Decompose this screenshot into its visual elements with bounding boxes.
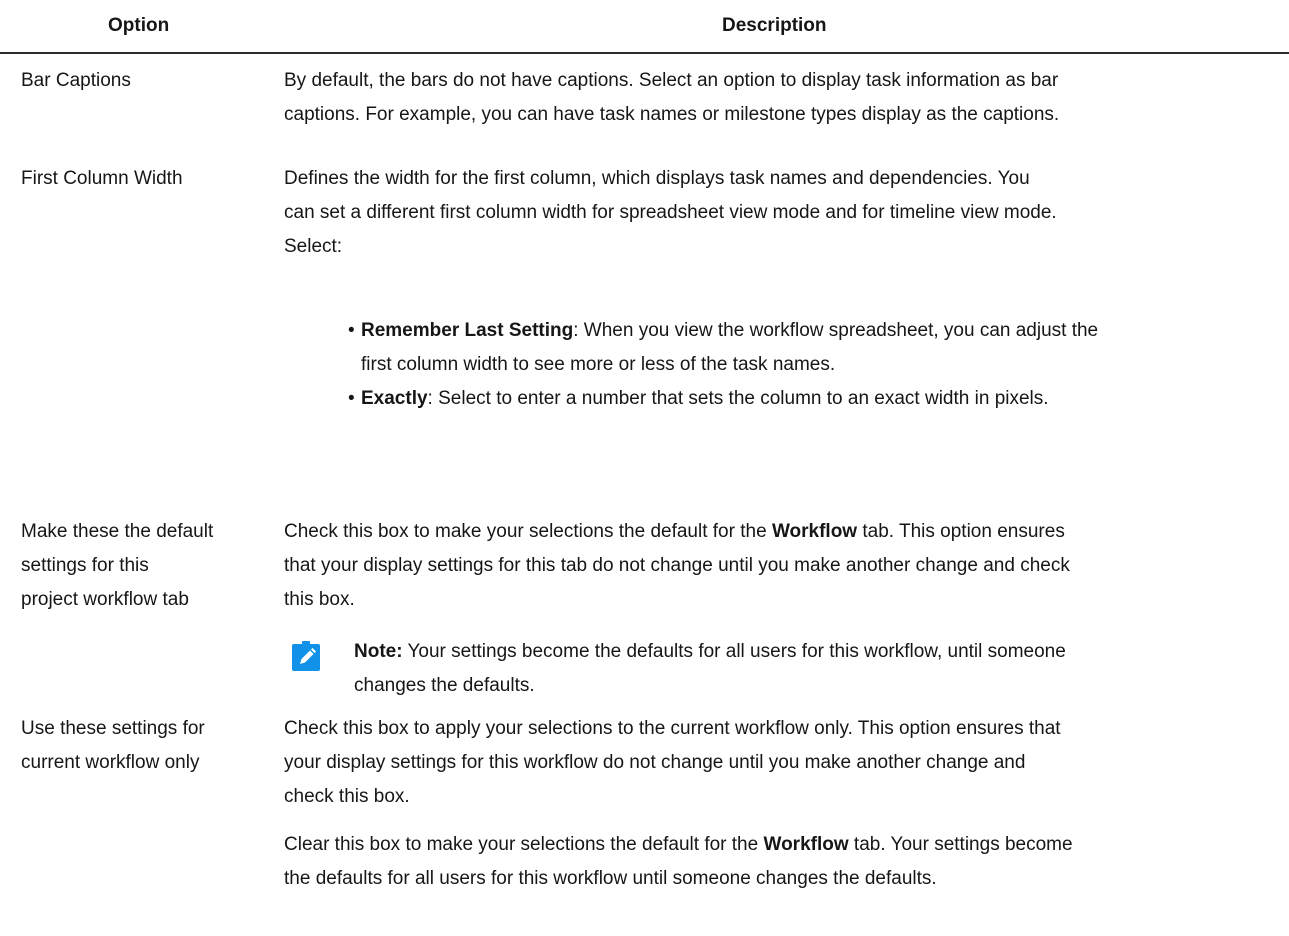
- option-description: Check this box to apply your selections …: [284, 712, 1284, 896]
- option-description: Defines the width for the first column, …: [284, 162, 1284, 264]
- description-line: can set a different first column width f…: [284, 202, 1057, 223]
- bullet-text: : When you view the workflow spreadsheet…: [573, 320, 1099, 341]
- description-line: captions. For example, you can have task…: [284, 104, 1060, 125]
- list-item: • Exactly: Select to enter a number that…: [348, 382, 1284, 416]
- option-name: First Column Width: [21, 168, 183, 189]
- option-description: Check this box to make your selections t…: [284, 515, 1284, 617]
- text-run: tab. Your settings become: [848, 834, 1073, 855]
- option-name-line: Make these the default: [21, 521, 214, 542]
- option-name: Make these the default settings for this…: [21, 515, 266, 617]
- bullet-text: : Select to enter a number that sets the…: [427, 388, 1049, 409]
- bullet-term: Remember Last Setting: [361, 320, 574, 341]
- option-name-line: settings for this: [21, 555, 149, 576]
- description-line: Select:: [284, 236, 343, 257]
- bullet-term: Exactly: [361, 388, 428, 409]
- description-line: your display settings for this workflow …: [284, 752, 1026, 773]
- note-line: changes the defaults.: [354, 675, 535, 696]
- bullet-list: • Remember Last Setting: When you view t…: [348, 314, 1284, 416]
- workflow-tab-name: Workflow: [771, 521, 858, 542]
- option-name: Use these settings for current workflow …: [21, 712, 266, 780]
- option-name-line: Use these settings for: [21, 718, 205, 739]
- option-name: Bar Captions: [21, 70, 131, 91]
- description-line: Check this box to make your selections t…: [284, 515, 1284, 549]
- bullet-icon: •: [348, 388, 355, 409]
- option-name-line: current workflow only: [21, 752, 200, 773]
- list-item: • Remember Last Setting: When you view t…: [348, 314, 1284, 382]
- description-line: By default, the bars do not have caption…: [284, 70, 1059, 91]
- description-line: Check this box to apply your selections …: [284, 718, 1061, 739]
- table-header-row: Option Description: [0, 0, 1289, 54]
- description-line: this box.: [284, 589, 355, 610]
- option-name-line: project workflow tab: [21, 589, 189, 610]
- text-run: Clear this box to make your selections t…: [284, 834, 764, 855]
- pencil-note-icon: [292, 641, 320, 671]
- options-table: Option Description Bar Captions By defau…: [0, 0, 1289, 889]
- text-run: Check this box to make your selections t…: [284, 521, 772, 542]
- description-line: Defines the width for the first column, …: [284, 168, 1030, 189]
- bullet-icon: •: [348, 320, 355, 341]
- bullet-text-continued: first column width to see more or less o…: [361, 354, 836, 375]
- note-text: Note: Your settings become the defaults …: [354, 635, 1284, 703]
- description-line: Clear this box to make your selections t…: [284, 828, 1284, 862]
- text-run: tab. This option ensures: [857, 521, 1065, 542]
- description-line: that your display settings for this tab …: [284, 555, 1070, 576]
- note-label: Note:: [354, 641, 403, 662]
- description-line: the defaults for all users for this work…: [284, 868, 937, 889]
- column-header-description: Description: [722, 15, 827, 36]
- option-description: By default, the bars do not have caption…: [284, 64, 1284, 132]
- note-line: Your settings become the defaults for al…: [402, 641, 1066, 662]
- workflow-tab-name: Workflow: [763, 834, 849, 855]
- description-line: check this box.: [284, 786, 410, 807]
- column-header-option: Option: [108, 15, 170, 36]
